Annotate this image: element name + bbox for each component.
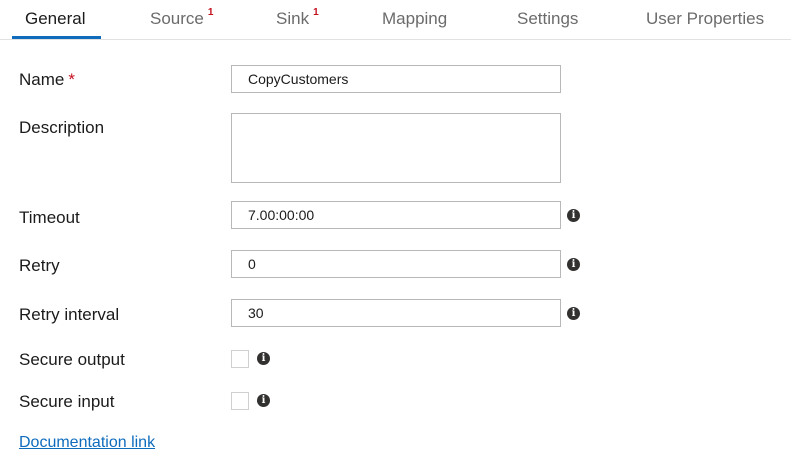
tab-label: Mapping (382, 9, 448, 28)
active-tab-indicator (12, 36, 101, 39)
required-marker: * (68, 70, 75, 89)
retry-input[interactable] (231, 250, 561, 278)
tab-error-badge: 1 (207, 7, 214, 18)
description-input[interactable] (231, 113, 561, 183)
info-icon[interactable]: i (567, 258, 580, 271)
name-label-text: Name (19, 70, 65, 89)
info-icon[interactable]: i (567, 307, 580, 320)
name-input[interactable] (231, 65, 561, 93)
secure-output-label: Secure output (19, 350, 125, 369)
tab-label: General (25, 9, 86, 28)
info-icon[interactable]: i (567, 209, 580, 222)
name-label: Name * (19, 70, 75, 90)
tab-label: User Properties (646, 9, 765, 28)
secure-input-checkbox[interactable] (231, 392, 249, 410)
documentation-link[interactable]: Documentation link (19, 434, 155, 452)
timeout-input[interactable] (231, 201, 561, 229)
tab-bar: General Source 1 Sink 1 Mapping Settings U… (0, 0, 791, 40)
tab-sink[interactable]: Sink 1 (276, 7, 319, 29)
tab-user-properties[interactable]: User Properties (646, 9, 764, 29)
retry-label: Retry (19, 256, 60, 275)
info-icon[interactable]: i (257, 394, 270, 407)
tab-source[interactable]: Source 1 (150, 7, 214, 29)
secure-output-checkbox[interactable] (231, 350, 249, 368)
tab-label: Settings (517, 9, 579, 28)
tab-label: Source (150, 9, 204, 28)
timeout-label: Timeout (19, 208, 80, 227)
retry-interval-label: Retry interval (19, 305, 120, 324)
tab-settings[interactable]: Settings (517, 9, 578, 29)
retry-interval-input[interactable] (231, 299, 561, 327)
secure-input-label: Secure input (19, 392, 115, 411)
tab-mapping[interactable]: Mapping (382, 9, 447, 29)
tab-label: Sink (276, 9, 310, 28)
description-label: Description (19, 118, 105, 137)
tab-general[interactable]: General (25, 9, 85, 29)
info-icon[interactable]: i (257, 352, 270, 365)
tab-error-badge: 1 (313, 7, 319, 18)
